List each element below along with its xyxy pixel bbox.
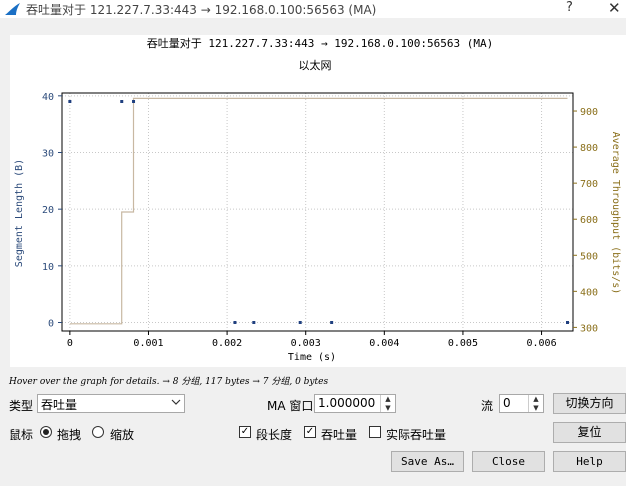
segment-length-label: 段长度 (256, 428, 293, 442)
plot-frame (61, 92, 574, 332)
help-button[interactable]: Help (553, 451, 626, 472)
throughput-line (69, 97, 568, 325)
y2-tick-label: 300 (580, 323, 598, 334)
type-select-value: 吞吐量 (41, 398, 78, 412)
throughput-chart[interactable]: 吞吐量对于 121.227.7.33:443 → 192.168.0.100:5… (10, 35, 626, 367)
y2-tick-label: 900 (580, 107, 598, 118)
grid-lines (62, 93, 573, 331)
close-icon[interactable]: ✕ (608, 0, 621, 17)
actual-throughput-checkbox[interactable] (369, 426, 381, 438)
y-tick-label: 0 (48, 319, 54, 330)
ma-window-value: 1.000000 (318, 396, 376, 410)
y2-axis-label: Average Throughput (bits/s) (610, 132, 621, 295)
window-title: 吞吐量对于 121.227.7.33:443 → 192.168.0.100:5… (26, 3, 377, 17)
x-tick-label: 0.004 (369, 338, 399, 349)
y-tick-label: 10 (42, 262, 54, 273)
ma-window-label: MA 窗口 (267, 399, 314, 413)
drag-label: 拖拽 (57, 428, 82, 442)
y2-tick-label: 700 (580, 179, 598, 190)
y-tick-label: 30 (42, 149, 54, 160)
y2-tick-label: 600 (580, 215, 598, 226)
segment-point (132, 100, 136, 103)
segment-point (233, 321, 237, 324)
y-axis-label: Segment Length (B) (14, 159, 25, 267)
throughput-checkbox[interactable]: ✓ (304, 426, 316, 438)
plot-panel[interactable]: 吞吐量对于 121.227.7.33:443 → 192.168.0.100:5… (10, 35, 626, 367)
zoom-radio[interactable] (92, 426, 104, 438)
segment-length-checkbox[interactable]: ✓ (239, 426, 251, 438)
type-label: 类型 (9, 399, 34, 413)
segment-point (330, 321, 334, 324)
drag-radio[interactable] (40, 426, 52, 438)
y-axis-left: 0 10 20 30 40 (42, 92, 62, 330)
actual-throughput-label: 实际吞吐量 (386, 428, 447, 442)
x-tick-label: 0.002 (212, 338, 242, 349)
segment-point (565, 321, 569, 324)
throughput-series (69, 97, 568, 325)
wireshark-fin-icon (5, 3, 20, 15)
reset-button[interactable]: 复位 (553, 422, 626, 443)
switch-direction-button[interactable]: 切换方向 (553, 393, 626, 414)
chart-title: 吞吐量对于 121.227.7.33:443 → 192.168.0.100:5… (147, 36, 493, 50)
chevron-down-icon (171, 399, 181, 405)
x-axis: 0 0.001 0.002 0.003 0.004 0.005 0.006 (67, 331, 557, 349)
hover-info: Hover over the graph for details. → 8 分组… (9, 377, 329, 387)
save-as-button[interactable]: Save As… (391, 451, 464, 472)
segment-point (120, 100, 124, 103)
segment-point (252, 321, 256, 324)
x-tick-label: 0.005 (448, 338, 478, 349)
stream-value: 0 (503, 396, 511, 410)
mouse-label: 鼠标 (9, 428, 34, 442)
ma-window-input[interactable]: 1.000000 ▲ ▼ (314, 394, 396, 413)
throughput-label: 吞吐量 (321, 428, 358, 442)
type-select[interactable]: 吞吐量 (37, 394, 185, 413)
segment-points (68, 100, 569, 324)
segment-point (298, 321, 302, 324)
x-axis-label: Time (s) (288, 352, 336, 363)
segment-point (68, 100, 72, 103)
y2-tick-label: 800 (580, 143, 598, 154)
x-tick-label: 0 (67, 338, 73, 349)
help-icon[interactable]: ? (566, 0, 573, 15)
stream-stepper[interactable]: ▲ ▼ (528, 395, 543, 412)
x-tick-label: 0.003 (291, 338, 321, 349)
stream-label: 流 (481, 399, 494, 413)
y2-tick-label: 400 (580, 287, 598, 298)
ma-window-stepper[interactable]: ▲ ▼ (380, 395, 395, 412)
y-axis-right: 300 400 500 600 700 800 900 (573, 107, 598, 334)
stream-input[interactable]: 0 ▲ ▼ (499, 394, 544, 413)
chart-subtitle: 以太网 (299, 59, 332, 72)
title-bar: 吞吐量对于 121.227.7.33:443 → 192.168.0.100:5… (0, 0, 626, 18)
zoom-label: 缩放 (110, 428, 135, 442)
x-tick-label: 0.006 (526, 338, 556, 349)
y-tick-label: 20 (42, 205, 54, 216)
y-tick-label: 40 (42, 92, 54, 103)
y2-tick-label: 500 (580, 251, 598, 262)
close-button[interactable]: Close (472, 451, 545, 472)
x-tick-label: 0.001 (133, 338, 163, 349)
